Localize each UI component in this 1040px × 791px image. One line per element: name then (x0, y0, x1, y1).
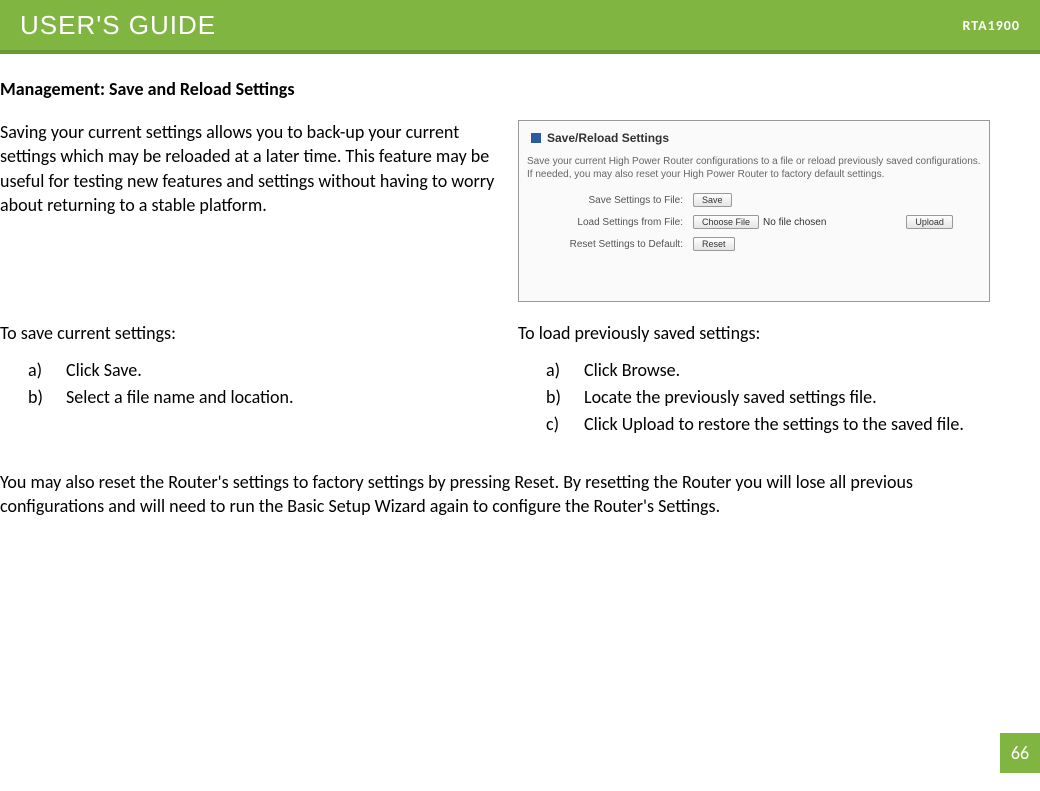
file-chosen-text: No file chosen (763, 217, 826, 228)
load-heading: To load previously saved settings: (518, 322, 1018, 344)
page-number: 66 (1000, 733, 1040, 773)
save-steps-list: a) Click Save. b) Select a file name and… (0, 358, 498, 410)
item-marker: a) (546, 358, 584, 383)
header-bar: USER'S GUIDE RTA1900 (0, 0, 1040, 54)
screenshot-title-row: Save/Reload Settings (523, 131, 985, 145)
closing-paragraph: You may also reset the Router's settings… (0, 470, 1040, 519)
item-marker: c) (546, 412, 584, 437)
item-marker: b) (28, 385, 66, 410)
load-row: Load Settings from File: Choose File No … (523, 215, 985, 229)
load-steps-list: a) Click Browse. b) Locate the previousl… (518, 358, 1018, 438)
top-row: Saving your current settings allows you … (0, 120, 1040, 302)
save-button[interactable]: Save (693, 193, 732, 207)
choose-file-button[interactable]: Choose File (693, 215, 759, 229)
save-heading: To save current settings: (0, 322, 498, 344)
screenshot-description: Save your current High Power Router conf… (523, 155, 985, 193)
list-item: a) Click Save. (28, 358, 498, 383)
save-label: Save Settings to File: (563, 195, 693, 206)
item-marker: a) (28, 358, 66, 383)
section-title: Management: Save and Reload Settings (0, 78, 1040, 100)
content-area: Management: Save and Reload Settings Sav… (0, 54, 1040, 518)
list-item: a) Click Browse. (546, 358, 1018, 383)
save-row: Save Settings to File: Save (523, 193, 985, 207)
instructions-row: To save current settings: a) Click Save.… (0, 322, 1040, 440)
reset-button[interactable]: Reset (693, 237, 735, 251)
load-label: Load Settings from File: (563, 217, 693, 228)
item-marker: b) (546, 385, 584, 410)
item-text: Click Upload to restore the settings to … (584, 412, 1018, 437)
list-item: b) Select a file name and location. (28, 385, 498, 410)
load-instructions-column: To load previously saved settings: a) Cl… (518, 322, 1018, 440)
list-item: b) Locate the previously saved settings … (546, 385, 1018, 410)
save-instructions-column: To save current settings: a) Click Save.… (0, 322, 498, 440)
title-bullet-icon (531, 133, 541, 143)
item-text: Click Browse. (584, 358, 1018, 383)
header-model: RTA1900 (963, 17, 1020, 34)
item-text: Select a file name and location. (66, 385, 498, 410)
screenshot-title: Save/Reload Settings (547, 131, 669, 145)
intro-paragraph: Saving your current settings allows you … (0, 120, 498, 302)
upload-button[interactable]: Upload (906, 215, 953, 229)
list-item: c) Click Upload to restore the settings … (546, 412, 1018, 437)
reset-row: Reset Settings to Default: Reset (523, 237, 985, 251)
item-text: Locate the previously saved settings fil… (584, 385, 1018, 410)
reset-label: Reset Settings to Default: (563, 239, 693, 250)
header-title: USER'S GUIDE (20, 10, 216, 41)
settings-screenshot: Save/Reload Settings Save your current H… (518, 120, 990, 302)
item-text: Click Save. (66, 358, 498, 383)
